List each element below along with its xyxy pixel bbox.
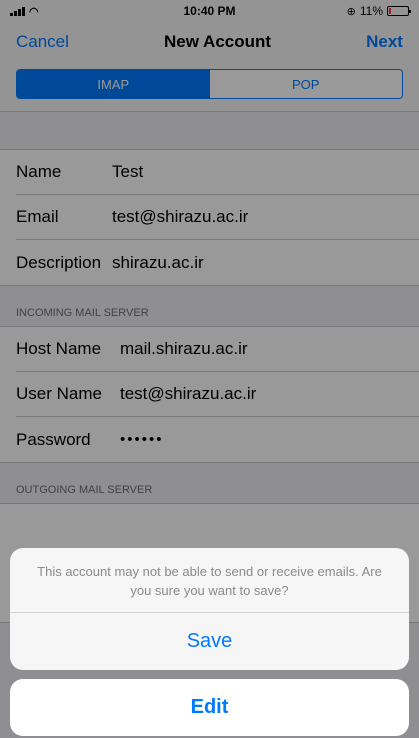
alert-message: This account may not be able to send or … — [10, 548, 409, 613]
save-button[interactable]: Save — [10, 613, 409, 670]
save-alert-sheet: This account may not be able to send or … — [10, 548, 409, 670]
edit-button[interactable]: Edit — [10, 679, 409, 736]
